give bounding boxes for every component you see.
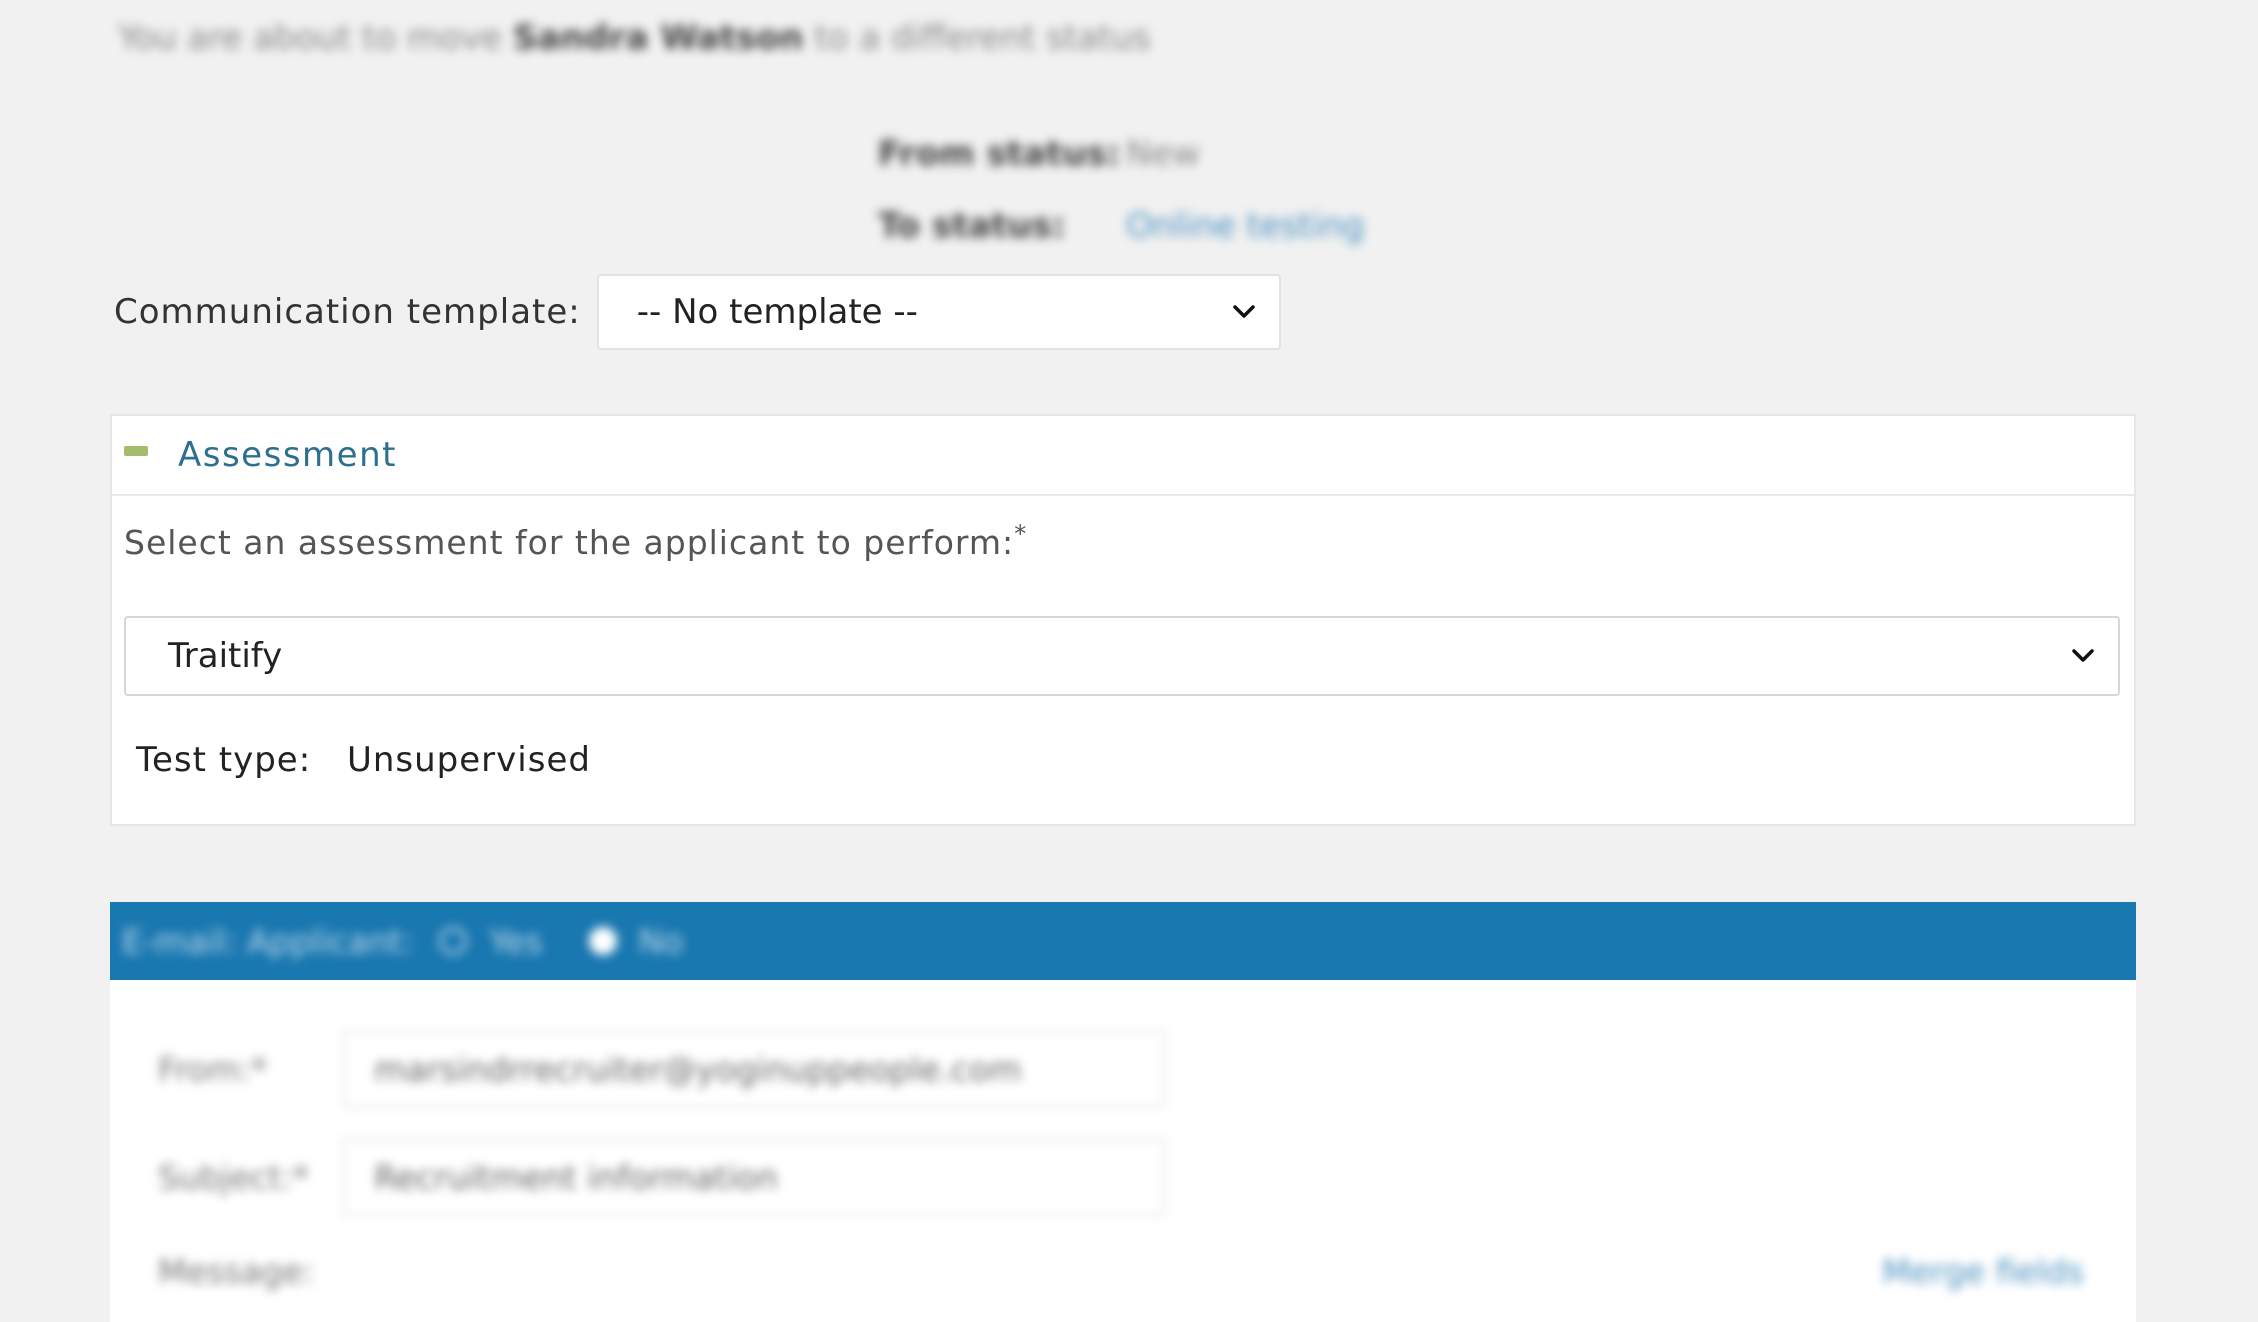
minus-icon[interactable]: [124, 446, 148, 456]
applicant-name: Sandra Watson: [512, 18, 804, 58]
from-field-label: From:*: [158, 1049, 268, 1089]
from-input[interactable]: marsindrrecruiter@yoginuppeople.com: [342, 1030, 1166, 1108]
chevron-down-icon: [1232, 305, 1255, 318]
email-form: From:* marsindrrecruiter@yoginuppeople.c…: [110, 980, 2136, 1322]
email-panel: From:* marsindrrecruiter@yoginuppeople.c…: [110, 980, 2136, 1322]
status-summary: From status: New To status: Online testi…: [878, 118, 1364, 262]
email-applicant-bar: E-mail: Applicant: Yes No: [110, 902, 2136, 980]
communication-template-label: Communication template:: [114, 292, 581, 332]
from-status-label: From status:: [878, 134, 1121, 174]
to-status-label: To status:: [878, 206, 1066, 246]
message-field-label: Message:: [158, 1252, 314, 1291]
assessment-prompt: Select an assessment for the applicant t…: [124, 520, 2122, 570]
from-field-row: From:* marsindrrecruiter@yoginuppeople.c…: [158, 1030, 1166, 1108]
email-yes-radio[interactable]: [439, 927, 468, 955]
assessment-prompt-text: Select an assessment for the applicant t…: [124, 523, 1015, 562]
required-mark: *: [1014, 520, 1028, 548]
intro-suffix: to a different status: [814, 18, 1151, 58]
from-status-value: New: [1126, 134, 1201, 174]
assessment-panel: Assessment Select an assessment for the …: [110, 414, 2136, 826]
to-status-row: To status: Online testing: [878, 190, 1364, 262]
test-type-label: Test type:: [136, 740, 312, 780]
intro-prefix: You are about to move: [118, 18, 503, 58]
email-yes-label: Yes: [489, 921, 543, 961]
email-applicant-label: E-mail: Applicant:: [122, 921, 414, 961]
message-field-row: Message:: [158, 1252, 342, 1291]
assessment-panel-header[interactable]: Assessment: [112, 416, 2134, 496]
subject-field-label: Subject:*: [158, 1157, 309, 1197]
subject-field-row: Subject:* Recruitment information: [158, 1138, 1166, 1216]
assessment-panel-title: Assessment: [178, 435, 397, 475]
assessment-select-value: Traitify: [168, 636, 283, 676]
from-status-row: From status: New: [878, 118, 1364, 190]
merge-fields-link[interactable]: Merge fields: [1882, 1252, 2084, 1291]
test-type-row: Test type: Unsupervised: [136, 740, 2122, 780]
to-status-value: Online testing: [1126, 206, 1365, 246]
assessment-panel-body: Select an assessment for the applicant t…: [112, 520, 2134, 780]
assessment-select[interactable]: Traitify: [124, 616, 2120, 696]
subject-input[interactable]: Recruitment information: [342, 1138, 1166, 1216]
email-no-label: No: [638, 921, 684, 961]
intro-text: You are about to move Sandra Watson to a…: [118, 18, 1151, 58]
email-no-radio[interactable]: [588, 927, 617, 955]
chevron-down-icon: [2072, 649, 2094, 662]
email-applicant-controls: E-mail: Applicant: Yes No: [122, 922, 703, 961]
communication-template-value: -- No template --: [636, 292, 918, 332]
test-type-value: Unsupervised: [346, 740, 591, 780]
communication-template-select[interactable]: -- No template --: [596, 274, 1281, 350]
communication-template-row: Communication template: -- No template -…: [114, 274, 1281, 350]
